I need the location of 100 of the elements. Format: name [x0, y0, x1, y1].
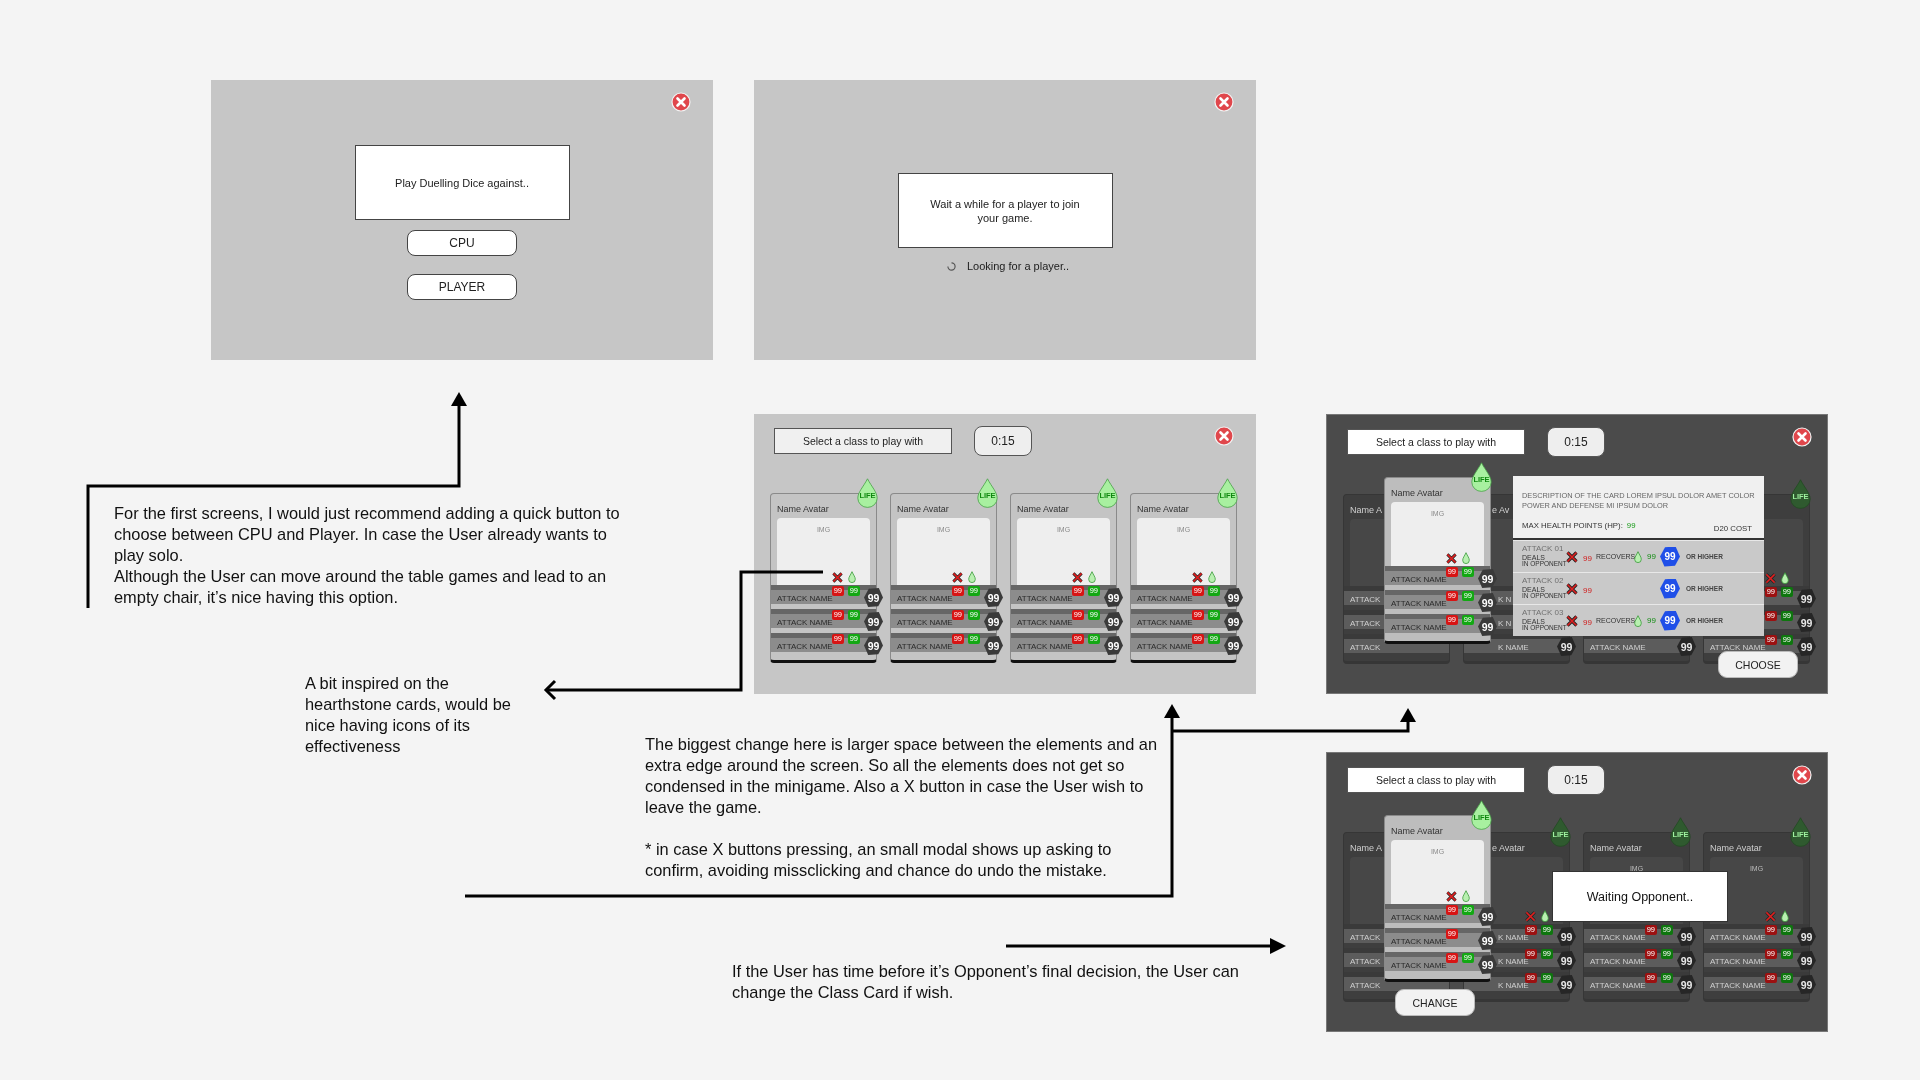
- dice-value: 99: [1797, 951, 1816, 970]
- avatar-name: Name Avatar: [1710, 843, 1762, 853]
- avatar-name: Name Avatar: [897, 504, 949, 514]
- attack-name: ATTACK NAME: [1590, 933, 1646, 942]
- dice-value: 99: [864, 588, 883, 607]
- dice-value: 99: [984, 588, 1003, 607]
- attack-name: ATTACK: [1350, 595, 1381, 604]
- dice-value: 99: [1797, 975, 1816, 994]
- dice-value: 99: [1104, 588, 1123, 607]
- attack-name: K N: [1498, 619, 1512, 628]
- avatar-name: Name Avatar: [1137, 504, 1189, 514]
- roll-value: 99: [1660, 610, 1680, 631]
- annotation-text: If the User has time before it’s Opponent’s final decision, the User can change the Class Card if wish.: [732, 961, 1240, 1003]
- dice-value: 99: [1797, 927, 1816, 946]
- attack-name: ATTACK NAME: [777, 618, 833, 627]
- title-label: Select a class to play with: [774, 428, 952, 454]
- attack-name: ATTACK NAME: [1391, 961, 1447, 970]
- title-label: Select a class to play with: [1347, 767, 1525, 793]
- attack-name: ATTACK NAME: [1590, 957, 1646, 966]
- damage-value: 99: [1583, 585, 1593, 595]
- annotation-text: For the first screens, I would just recommend adding a quick button to choose between CPU and Player. In case the User already wants to play solo.: [114, 503, 621, 566]
- attack-name: ATTACK: [1350, 933, 1381, 942]
- attack-name: ATTACK NAME: [777, 642, 833, 651]
- avatar-name: Name Avatar: [1391, 488, 1443, 498]
- attack-name: ATTACK NAME: [777, 594, 833, 603]
- dice-value: 99: [1557, 927, 1576, 946]
- attack-name: ATTACK: [1350, 643, 1381, 652]
- dice-value: 99: [1797, 613, 1816, 632]
- attack-name: ATTACK NAME: [897, 642, 953, 651]
- avatar-name: Name A: [1350, 843, 1382, 853]
- countdown-timer: 0:15: [1547, 765, 1605, 795]
- dice-value: 99: [1224, 612, 1243, 631]
- dice-value: 99: [1677, 637, 1696, 656]
- heal-value: 99: [1647, 552, 1657, 561]
- dice-value: 99: [1557, 975, 1576, 994]
- dice-value: 99: [1677, 927, 1696, 946]
- attack-name: ATTACK NAME: [1391, 599, 1447, 608]
- attack-title: ATTACK 02: [1522, 577, 1565, 586]
- dice-value: 99: [1797, 637, 1816, 656]
- avatar-name: Name Avatar: [1017, 504, 1069, 514]
- attack-name: ATTACK NAME: [1017, 642, 1073, 651]
- roll-value: 99: [1660, 578, 1680, 599]
- dice-value: 99: [1104, 612, 1123, 631]
- countdown-timer: 0:15: [974, 426, 1032, 456]
- attack-name: K NAME: [1498, 981, 1529, 990]
- dice-value: 99: [864, 612, 883, 631]
- attack-name: K NAME: [1498, 643, 1529, 652]
- annotation-text: A bit inspired on the hearthstone cards, would be nice having icons of its effectiveness: [305, 673, 512, 757]
- damage-value: 99: [1583, 617, 1593, 627]
- attack-name: ATTACK NAME: [1710, 933, 1766, 942]
- attack-name: ATTACK: [1350, 981, 1381, 990]
- attack-name: ATTACK NAME: [1017, 594, 1073, 603]
- attack-name: ATTACK NAME: [1391, 937, 1447, 946]
- attack-name: ATTACK NAME: [1590, 643, 1646, 652]
- attack-name: ATTACK NAME: [1710, 981, 1766, 990]
- dice-value: 99: [1557, 951, 1576, 970]
- attack-name: K N: [1498, 595, 1512, 604]
- dice-value: 99: [1797, 589, 1816, 608]
- avatar-name: Name Avatar: [777, 504, 829, 514]
- attack-name: ATTACK NAME: [1391, 623, 1447, 632]
- dice-value: 99: [1224, 588, 1243, 607]
- status-text: Looking for a player..: [966, 260, 1070, 272]
- annotation-text: Although the User can move around the table games and lead to an empty chair, it’s nice having this option.: [114, 566, 608, 608]
- dice-value: 99: [984, 612, 1003, 631]
- attack-name: K NAME: [1498, 957, 1529, 966]
- waiting-dialog: Waiting Opponent..: [1552, 871, 1728, 922]
- dice-value: 99: [1224, 636, 1243, 655]
- attack-name: ATTACK NAME: [1017, 618, 1073, 627]
- annotation-text: * in case X buttons pressing, an small modal shows up asking to confirm, avoiding missclicking and chance do undo the mistake.: [645, 839, 1113, 881]
- dice-value: 99: [984, 636, 1003, 655]
- attack-name: ATTACK: [1350, 619, 1381, 628]
- roll-value: 99: [1660, 546, 1680, 567]
- avatar-name: e Av: [1492, 505, 1510, 515]
- dice-value: 99: [1677, 951, 1696, 970]
- dice-value: 99: [1104, 636, 1123, 655]
- attack-name: ATTACK NAME: [1590, 981, 1646, 990]
- attack-name: K NAME: [1498, 933, 1529, 942]
- damage-value: 99: [1583, 553, 1593, 563]
- annotation-text: The biggest change here is larger space between the elements and an extra edge around the screen. So all the elements does not get so condensed in the minigame. Also a X button in case the User wish to leave the game.: [645, 734, 1159, 818]
- attack-name: ATTACK NAME: [1391, 913, 1447, 922]
- attack-name: ATTACK NAME: [1391, 575, 1447, 584]
- attack-name: ATTACK NAME: [1137, 618, 1193, 627]
- attack-name: ATTACK NAME: [1710, 957, 1766, 966]
- attack-title: ATTACK 03: [1522, 609, 1565, 618]
- avatar-name: Name A: [1350, 505, 1382, 515]
- attack-name: ATTACK NAME: [1137, 594, 1193, 603]
- attack-name: ATTACK: [1350, 957, 1381, 966]
- dice-value: 99: [1557, 637, 1576, 656]
- prompt-text: Play Duelling Dice against..: [354, 145, 570, 220]
- heal-value: 99: [1647, 616, 1657, 625]
- attack-name: ATTACK NAME: [897, 618, 953, 627]
- attack-title: ATTACK 01: [1522, 545, 1565, 554]
- dice-value: 99: [864, 636, 883, 655]
- countdown-timer: 0:15: [1547, 427, 1605, 457]
- attack-name: ATTACK NAME: [1137, 642, 1193, 651]
- avatar-name: e Avatar: [1492, 843, 1525, 853]
- waiting-message: Wait a while for a player to join your game.: [897, 173, 1113, 248]
- dice-value: 99: [1677, 975, 1696, 994]
- attack-name: ATTACK NAME: [897, 594, 953, 603]
- attack-name: ATTACK NAME: [1710, 643, 1766, 652]
